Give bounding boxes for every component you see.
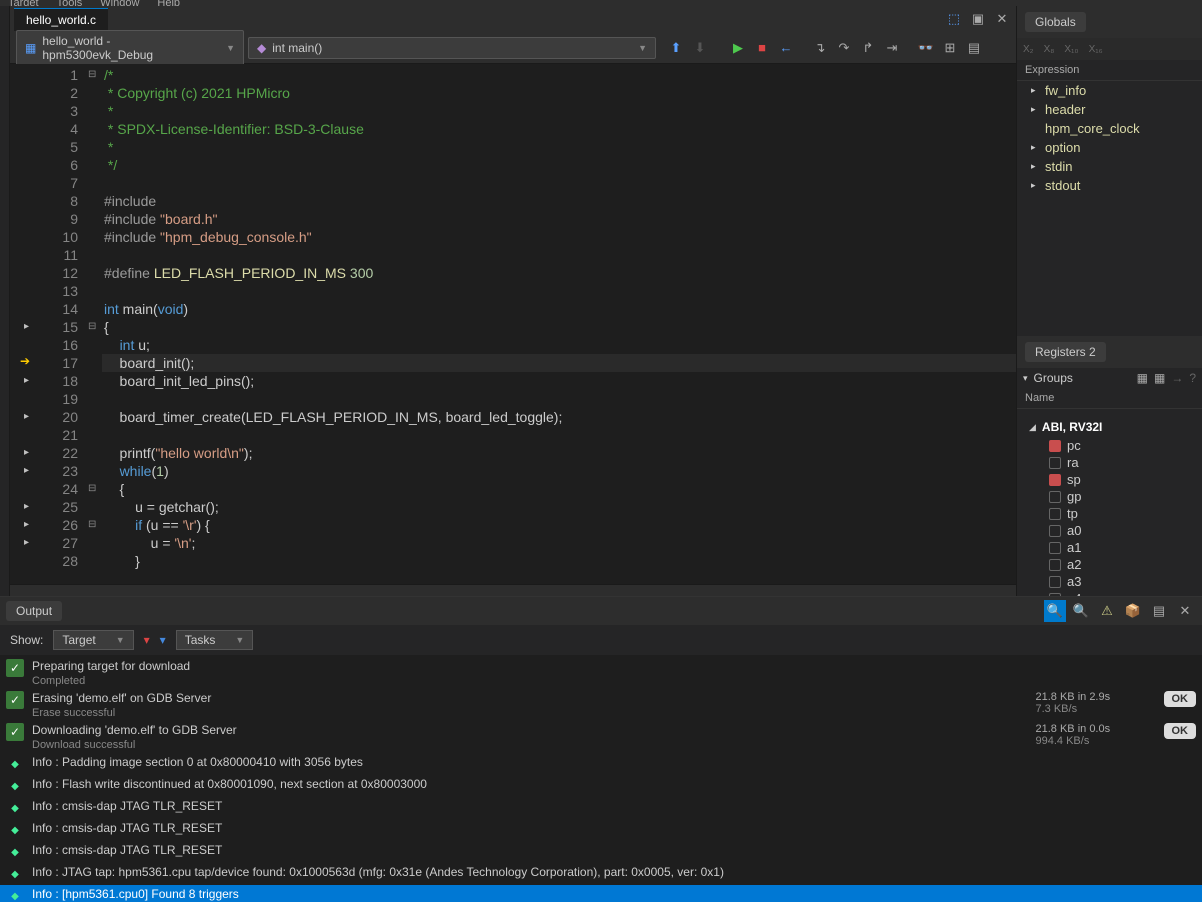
nav-down-icon[interactable]: ⬇ (690, 38, 710, 58)
global-var-fw_info[interactable]: ▸fw_info (1017, 81, 1202, 100)
arrow-icon[interactable]: → (1171, 371, 1183, 385)
function-dropdown[interactable]: ◆ int main() ▼ (248, 37, 656, 59)
global-var-hpm_core_clock[interactable]: hpm_core_clock (1017, 119, 1202, 138)
global-var-stdin[interactable]: ▸stdin (1017, 157, 1202, 176)
globals-tab[interactable]: Globals (1025, 12, 1086, 32)
run-to-icon[interactable]: ⇥ (882, 38, 902, 58)
expression-header: Expression (1017, 60, 1202, 81)
settings-icon[interactable]: ▤ (964, 38, 984, 58)
register-gp[interactable]: gp (1017, 488, 1202, 505)
tasks-dropdown[interactable]: Tasks▼ (176, 630, 254, 650)
register-a3[interactable]: a3 (1017, 573, 1202, 590)
debug-toolbar: ▦ hello_world - hpm5300evk_Debug ▼ ◆ int… (10, 32, 1016, 64)
maximize-icon[interactable]: ▣ (968, 9, 988, 29)
project-config-dropdown[interactable]: ▦ hello_world - hpm5300evk_Debug ▼ (16, 30, 244, 66)
output-row[interactable]: ✓Downloading 'demo.elf' to GDB ServerDow… (0, 721, 1202, 753)
register-a1[interactable]: a1 (1017, 539, 1202, 556)
output-row[interactable]: ✓Preparing target for downloadCompleted (0, 657, 1202, 689)
step-over-icon[interactable]: ↷ (834, 38, 854, 58)
output-row[interactable]: ◆Info : cmsis-dap JTAG TLR_RESET (0, 841, 1202, 863)
register-ra[interactable]: ra (1017, 454, 1202, 471)
warn-icon[interactable]: ⚠ (1096, 600, 1118, 622)
step-into-icon[interactable]: ↴ (810, 38, 830, 58)
output-row[interactable]: ✓Erasing 'demo.elf' on GDB ServerErase s… (0, 689, 1202, 721)
register-a4[interactable]: a4 (1017, 590, 1202, 596)
code-editor[interactable]: ▸➔▸▸▸▸▸▸▸ 123456789101112131415161718192… (10, 64, 1016, 584)
output-panel: Output 🔍 🔍 ⚠ 📦 ▤ ✕ Show: Target▼ ▾ ▾ Tas… (0, 596, 1202, 902)
globals-panel: Globals X₂X₈X₁₀X₁₆ Expression ▸fw_info▸h… (1017, 6, 1202, 336)
chip-icon-2[interactable]: ▦ (1154, 371, 1165, 385)
help-icon[interactable]: ? (1189, 371, 1196, 385)
output-row[interactable]: ◆Info : Padding image section 0 at 0x800… (0, 753, 1202, 775)
output-row[interactable]: ◆Info : JTAG tap: hpm5361.cpu tap/device… (0, 863, 1202, 885)
ok-badge: OK (1164, 691, 1197, 707)
ok-badge: OK (1164, 723, 1197, 739)
editor-tabs: hello_world.c ⬚ ▣ ✕ (10, 6, 1016, 32)
clear-icon[interactable]: ▤ (1148, 600, 1170, 622)
registers-panel: Registers 2 ▾ Groups ▦ ▦ → ? Name ◢ ABI,… (1017, 336, 1202, 596)
register-a2[interactable]: a2 (1017, 556, 1202, 573)
global-var-option[interactable]: ▸option (1017, 138, 1202, 157)
search-icon[interactable]: 🔍 (1070, 600, 1092, 622)
register-sp[interactable]: sp (1017, 471, 1202, 488)
back-icon[interactable]: ← (776, 38, 796, 58)
window-icon[interactable]: ⬚ (944, 9, 964, 29)
output-row[interactable]: ◆Info : Flash write discontinued at 0x80… (0, 775, 1202, 797)
global-var-header[interactable]: ▸header (1017, 100, 1202, 119)
name-header: Name (1017, 388, 1202, 409)
chip-icon[interactable]: ▦ (1137, 371, 1148, 385)
watch-icon[interactable]: 👓 (916, 38, 936, 58)
show-label: Show: (10, 633, 43, 647)
output-filter-icon[interactable]: 🔍 (1044, 600, 1066, 622)
output-row[interactable]: ◆Info : cmsis-dap JTAG TLR_RESET (0, 797, 1202, 819)
step-out-icon[interactable]: ↱ (858, 38, 878, 58)
register-group[interactable]: ABI, RV32I (1042, 420, 1102, 434)
filter-icon-red[interactable]: ▾ (144, 633, 150, 647)
filter-icon-blue[interactable]: ▾ (160, 633, 166, 647)
output-row[interactable]: ◆Info : cmsis-dap JTAG TLR_RESET (0, 819, 1202, 841)
left-activity-strip (0, 6, 10, 596)
horizontal-scrollbar[interactable] (10, 584, 1016, 596)
global-var-stdout[interactable]: ▸stdout (1017, 176, 1202, 195)
output-tab[interactable]: Output (6, 601, 62, 621)
show-dropdown[interactable]: Target▼ (53, 630, 133, 650)
groups-label[interactable]: Groups (1034, 371, 1073, 385)
close-icon[interactable]: ✕ (992, 9, 1012, 29)
file-tab-hello-world[interactable]: hello_world.c (14, 8, 108, 31)
register-a0[interactable]: a0 (1017, 522, 1202, 539)
box-icon[interactable]: 📦 (1122, 600, 1144, 622)
close-output-icon[interactable]: ✕ (1174, 600, 1196, 622)
registers-tab[interactable]: Registers 2 (1025, 342, 1106, 362)
register-pc[interactable]: pc (1017, 437, 1202, 454)
nav-up-icon[interactable]: ⬆ (666, 38, 686, 58)
register-tp[interactable]: tp (1017, 505, 1202, 522)
output-row[interactable]: ◆Info : [hpm5361.cpu0] Found 8 triggers (0, 885, 1202, 902)
toggle-icon[interactable]: ⊞ (940, 38, 960, 58)
stop-icon[interactable]: ■ (752, 38, 772, 58)
run-icon[interactable]: ▶ (728, 38, 748, 58)
